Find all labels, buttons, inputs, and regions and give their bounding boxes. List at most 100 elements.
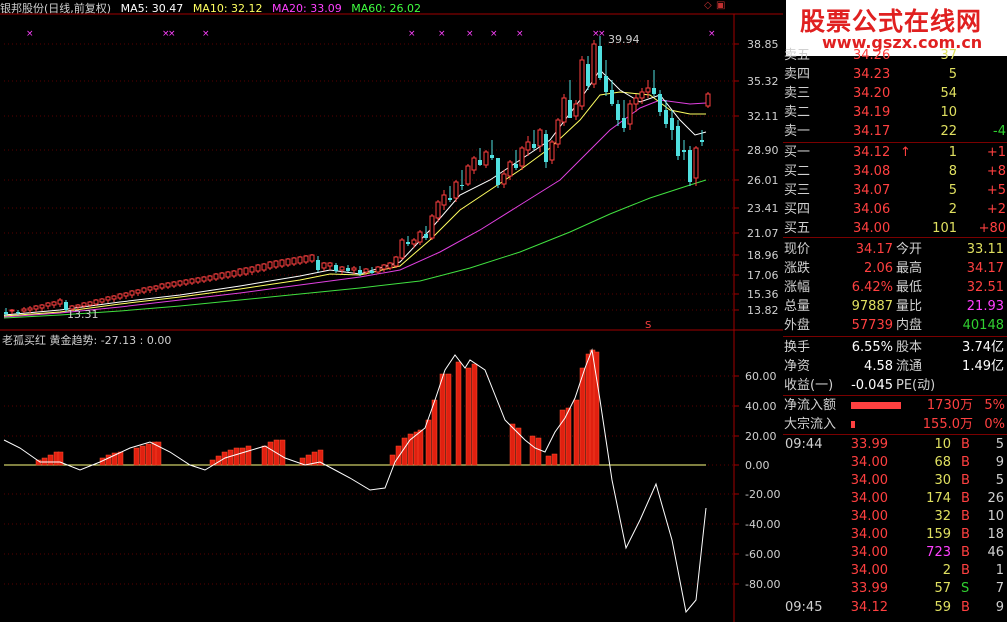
order-label: 买四 xyxy=(784,202,811,217)
candle xyxy=(123,292,129,299)
sell-row: 卖五 34.26 37 xyxy=(783,46,1007,65)
tick-time: 09:44 xyxy=(785,437,823,452)
indicator-bar xyxy=(545,455,552,466)
candle xyxy=(111,295,117,302)
indicator-tick-label: 20.00 xyxy=(745,430,777,443)
candle xyxy=(693,146,699,186)
order-volume: 101 xyxy=(932,221,957,236)
candle xyxy=(411,238,417,248)
ma10-line xyxy=(3,91,706,317)
indicator-bar xyxy=(245,445,252,466)
order-price: 34.23 xyxy=(853,67,891,82)
order-label: 卖二 xyxy=(784,105,811,120)
tick-price: 34.00 xyxy=(850,563,888,578)
order-change: +2 xyxy=(986,202,1006,217)
quote-value: 34.17 xyxy=(966,261,1004,276)
candle xyxy=(165,282,171,289)
quote-label: 总量 xyxy=(784,299,811,314)
order-volume: 54 xyxy=(940,86,957,101)
candle xyxy=(57,298,63,307)
signal-marker: × xyxy=(516,29,524,39)
order-price: 34.07 xyxy=(853,183,891,198)
signal-marker: × xyxy=(202,29,210,39)
flow-bar xyxy=(851,421,855,428)
quote-row: 总量 97887 量比 21.93 xyxy=(783,297,1007,316)
stat-label: 净资 xyxy=(784,359,811,374)
signal-marker: × xyxy=(708,29,716,39)
candle xyxy=(303,255,309,264)
candle xyxy=(105,296,111,303)
candle xyxy=(483,150,489,168)
candle xyxy=(225,271,231,279)
tick-volume: 57 xyxy=(934,581,951,596)
candlestick-chart[interactable]: 38.85 35.32 32.11 28.90 26.01 23.41 21.07 18.96… xyxy=(0,0,783,622)
candle xyxy=(147,286,153,293)
candle xyxy=(135,289,141,296)
indicator-bar xyxy=(529,435,536,466)
candle xyxy=(496,158,500,188)
indicator-bar xyxy=(133,447,140,466)
tick-row: 34.00 723 B 46 xyxy=(783,543,1007,562)
order-change: +80 xyxy=(978,221,1006,236)
candle xyxy=(544,130,548,168)
candle xyxy=(27,306,33,313)
indicator-bar xyxy=(551,453,558,466)
buy-row: 买三 34.07 5 +5 xyxy=(783,181,1007,200)
tick-price: 34.00 xyxy=(850,455,888,470)
candle xyxy=(555,118,561,148)
candle xyxy=(399,238,405,260)
price-tick-label: 35.32 xyxy=(747,75,779,88)
indicator-bar xyxy=(105,454,112,466)
tick-count: 26 xyxy=(987,491,1004,506)
tick-count: 5 xyxy=(995,473,1004,488)
order-volume: 37 xyxy=(940,48,957,63)
stat-row: 换手 6.55% 股本 3.74亿 xyxy=(783,338,1007,357)
candle xyxy=(213,273,219,281)
flow-value: 1730万 xyxy=(926,398,973,413)
quote-value: 21.93 xyxy=(966,299,1004,314)
price-tick-label: 13.82 xyxy=(747,304,779,317)
stat-value: 6.55% xyxy=(851,340,893,355)
candle xyxy=(525,136,531,156)
candle xyxy=(21,307,27,313)
candle xyxy=(448,186,452,202)
price-tick-label: 38.85 xyxy=(747,38,779,51)
candle xyxy=(676,120,680,160)
stat-label: 流通 xyxy=(896,359,923,374)
candle xyxy=(591,40,597,88)
candle xyxy=(219,272,225,280)
candle xyxy=(117,293,123,300)
candle xyxy=(261,263,267,272)
candle xyxy=(237,268,243,277)
flow-label: 大宗流入 xyxy=(784,417,837,432)
tick-count: 18 xyxy=(987,527,1004,542)
indicator-bar xyxy=(395,445,402,466)
indicator-bar xyxy=(509,423,516,466)
candle xyxy=(604,60,608,96)
order-change: +1 xyxy=(986,145,1006,160)
order-volume: 2 xyxy=(948,202,957,217)
candle xyxy=(406,236,410,246)
price-tick-label: 28.90 xyxy=(747,144,779,157)
price-tick-label: 23.41 xyxy=(747,202,779,215)
stat-row: 净资 4.58 流通 1.49亿 xyxy=(783,357,1007,376)
candle xyxy=(273,260,279,269)
tick-side: B xyxy=(961,527,970,542)
candle xyxy=(598,36,602,80)
candle xyxy=(249,266,255,275)
candle xyxy=(519,146,525,170)
flow-pct: 5% xyxy=(984,398,1005,413)
candle xyxy=(99,298,105,304)
quote-label: 涨幅 xyxy=(784,280,811,295)
candle xyxy=(441,190,447,210)
indicator-bar xyxy=(455,361,462,466)
candle xyxy=(51,301,57,308)
candle xyxy=(561,94,567,126)
tick-count: 5 xyxy=(995,437,1004,452)
candle xyxy=(471,156,477,174)
candle xyxy=(682,140,686,160)
quote-row: 涨幅 6.42% 最低 32.51 xyxy=(783,278,1007,297)
price-tick-label: 21.07 xyxy=(747,227,779,240)
candle xyxy=(334,263,338,273)
candle xyxy=(129,290,135,298)
